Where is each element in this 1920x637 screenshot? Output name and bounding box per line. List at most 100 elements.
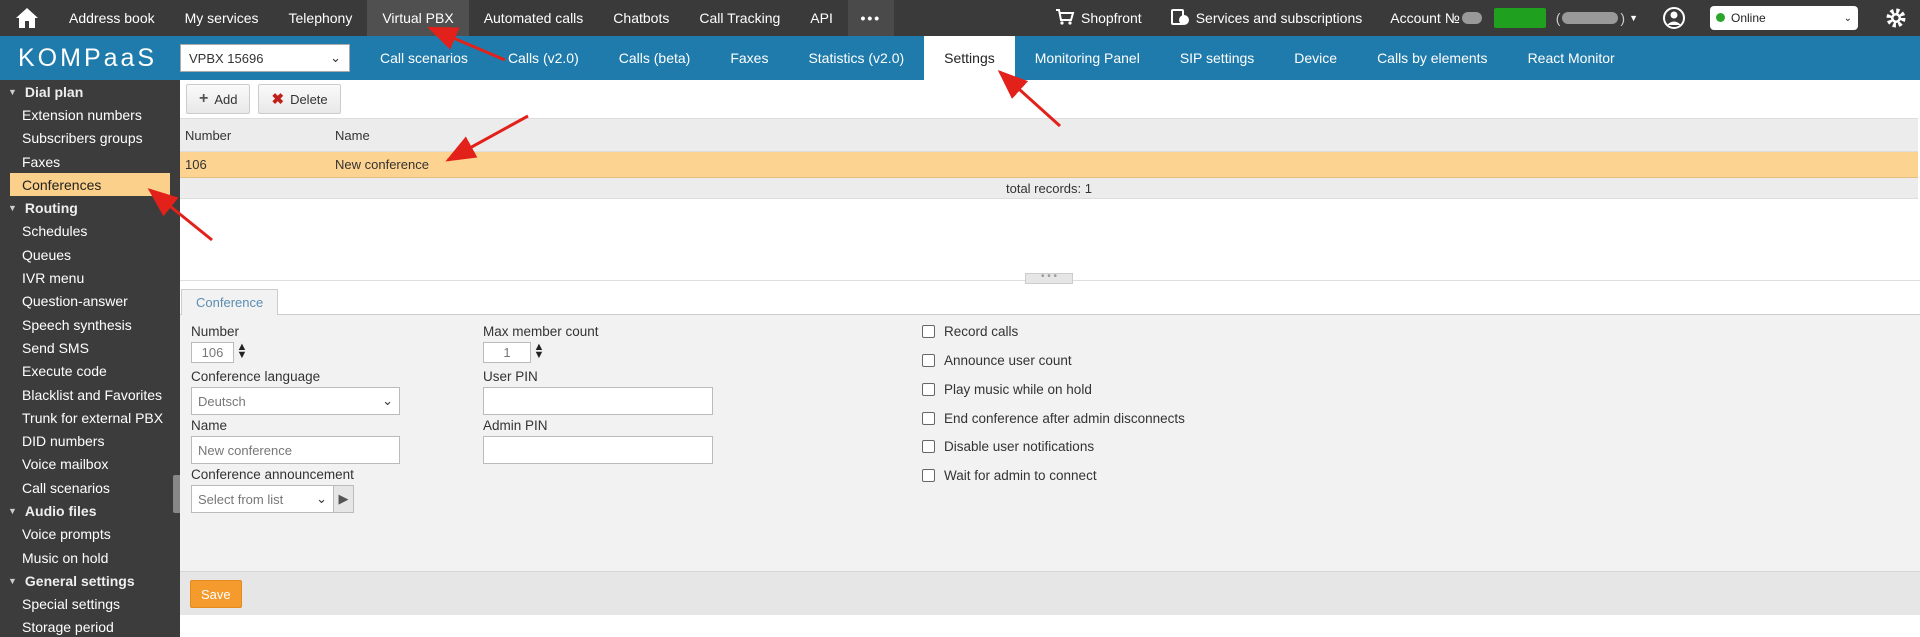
account-name-redacted: [1562, 12, 1619, 24]
checkbox[interactable]: [922, 383, 935, 396]
home-icon[interactable]: [0, 0, 54, 36]
column-header-name[interactable]: Name: [335, 128, 1918, 143]
tab-react-monitor[interactable]: React Monitor: [1508, 36, 1635, 80]
announce-user-count-checkbox[interactable]: Announce user count: [922, 353, 1072, 368]
panel-splitter[interactable]: • • •: [180, 272, 1920, 284]
name-field[interactable]: New conference: [191, 436, 400, 464]
tab-monitoring-panel[interactable]: Monitoring Panel: [1015, 36, 1160, 80]
wait-for-admin-checkbox[interactable]: Wait for admin to connect: [922, 468, 1097, 483]
tab-faxes[interactable]: Faxes: [710, 36, 788, 80]
online-status-icon: [1716, 13, 1725, 22]
sidebar-item-voice-mailbox[interactable]: Voice mailbox: [0, 453, 180, 476]
tab-statistics-v2[interactable]: Statistics (v2.0): [788, 36, 924, 80]
announcement-label: Conference announcement: [191, 467, 354, 482]
admin-pin-field[interactable]: [483, 436, 713, 464]
tab-device[interactable]: Device: [1274, 36, 1357, 80]
sidebar-item-schedules[interactable]: Schedules: [0, 220, 180, 243]
column-header-number[interactable]: Number: [180, 128, 335, 143]
language-label: Conference language: [191, 369, 321, 384]
topnav-chatbots[interactable]: Chatbots: [598, 0, 684, 36]
account-menu[interactable]: Account № () ▼: [1376, 0, 1652, 36]
tab-calls-beta[interactable]: Calls (beta): [599, 36, 711, 80]
sidebar-group-dial-plan[interactable]: ▼ Dial plan: [0, 80, 180, 103]
sidebar-item-subscribers-groups[interactable]: Subscribers groups: [0, 127, 180, 150]
status-select[interactable]: Online ⌄: [1710, 6, 1858, 30]
record-calls-checkbox[interactable]: Record calls: [922, 324, 1018, 339]
sidebar-item-send-sms[interactable]: Send SMS: [0, 336, 180, 359]
shopfront-link[interactable]: Shopfront: [1041, 0, 1156, 36]
user-avatar-icon[interactable]: [1652, 0, 1696, 36]
topnav-my-services[interactable]: My services: [170, 0, 274, 36]
tab-sip-settings[interactable]: SIP settings: [1160, 36, 1274, 80]
checkbox[interactable]: [922, 440, 935, 453]
sidebar-item-queues[interactable]: Queues: [0, 243, 180, 266]
gear-icon[interactable]: [1872, 0, 1920, 36]
tab-conference[interactable]: Conference: [181, 289, 279, 316]
sidebar-item-conferences[interactable]: Conferences: [10, 173, 170, 197]
delete-button[interactable]: ✖ Delete: [258, 84, 341, 114]
more-menu-button[interactable]: •••: [847, 0, 894, 36]
sidebar-item-execute-code[interactable]: Execute code: [0, 360, 180, 383]
tab-call-scenarios[interactable]: Call scenarios: [360, 36, 488, 80]
cell-number: 106: [185, 157, 207, 172]
user-pin-field[interactable]: [483, 387, 713, 415]
checkbox[interactable]: [922, 469, 935, 482]
topnav-virtual-pbx[interactable]: Virtual PBX: [367, 0, 469, 36]
topnav-telephony[interactable]: Telephony: [274, 0, 368, 36]
number-field[interactable]: 106: [191, 342, 234, 363]
sidebar-item-voice-prompts[interactable]: Voice prompts: [0, 523, 180, 546]
grid-total-records: total records: 1: [180, 178, 1918, 199]
sidebar-group-general-settings[interactable]: ▼ General settings: [0, 569, 180, 592]
sidebar-item-call-scenarios[interactable]: Call scenarios: [0, 476, 180, 499]
sidebar-item-speech-synthesis[interactable]: Speech synthesis: [0, 313, 180, 336]
conference-form: Number 106 ▲ ▼ Conference language Deutsc…: [180, 315, 1920, 571]
end-conference-checkbox[interactable]: End conference after admin disconnects: [922, 411, 1185, 426]
plus-icon: +: [199, 90, 209, 107]
tab-calls-v2[interactable]: Calls (v2.0): [488, 36, 599, 80]
topnav-call-tracking[interactable]: Call Tracking: [684, 0, 795, 36]
sidebar-item-question-answer[interactable]: Question-answer: [0, 290, 180, 313]
max-member-stepper[interactable]: ▲ ▼: [533, 342, 545, 361]
max-member-field[interactable]: 1: [483, 342, 531, 363]
sidebar-item-ivr-menu[interactable]: IVR menu: [0, 266, 180, 289]
language-select[interactable]: Deutsch ⌄: [191, 387, 400, 415]
services-link[interactable]: Services and subscriptions: [1156, 0, 1377, 36]
play-music-checkbox[interactable]: Play music while on hold: [922, 382, 1092, 397]
cart-icon: [1055, 8, 1075, 29]
checkbox[interactable]: [922, 354, 935, 367]
add-button[interactable]: + Add: [186, 84, 251, 114]
sidebar-item-special-settings[interactable]: Special settings: [0, 593, 180, 616]
tab-settings[interactable]: Settings: [924, 36, 1015, 80]
sidebar-item-faxes[interactable]: Faxes: [0, 150, 180, 173]
save-button[interactable]: Save: [190, 580, 242, 608]
announcement-select[interactable]: Select from list ⌄: [191, 485, 334, 513]
sidebar-item-blacklist[interactable]: Blacklist and Favorites: [0, 383, 180, 406]
sidebar-item-music-on-hold[interactable]: Music on hold: [0, 546, 180, 569]
account-label: Account №: [1390, 10, 1460, 26]
sidebar-group-audio-files[interactable]: ▼ Audio files: [0, 499, 180, 522]
tab-calls-by-elements[interactable]: Calls by elements: [1357, 36, 1508, 80]
sidebar-group-routing[interactable]: ▼ Routing: [0, 196, 180, 219]
sidebar-item-extension-numbers[interactable]: Extension numbers: [0, 103, 180, 126]
topnav-address-book[interactable]: Address book: [54, 0, 170, 36]
disable-notifications-checkbox[interactable]: Disable user notifications: [922, 439, 1094, 454]
expand-triangle-icon: ▼: [8, 86, 17, 97]
language-value: Deutsch: [198, 393, 246, 409]
announcement-value: Select from list: [198, 491, 284, 507]
sidebar-item-storage-period[interactable]: Storage period: [0, 616, 180, 637]
kompaas-logo: KOMPaaS: [18, 43, 158, 72]
sidebar-item-did-numbers[interactable]: DID numbers: [0, 429, 180, 452]
topnav-automated-calls[interactable]: Automated calls: [469, 0, 599, 36]
pbx-select[interactable]: VPBX 15696 ⌄: [180, 44, 350, 72]
admin-pin-label: Admin PIN: [483, 418, 548, 433]
checkbox[interactable]: [922, 325, 935, 338]
checkbox-label: Disable user notifications: [944, 439, 1095, 454]
checkbox[interactable]: [922, 412, 935, 425]
splitter-handle[interactable]: • • •: [1025, 272, 1073, 284]
number-stepper[interactable]: ▲ ▼: [236, 342, 248, 361]
name-label: Name: [191, 418, 228, 433]
table-row[interactable]: 106 New conference: [180, 152, 1918, 178]
topnav-api[interactable]: API: [795, 0, 848, 36]
sidebar-item-trunk[interactable]: Trunk for external PBX: [0, 406, 180, 429]
play-icon[interactable]: ▶: [333, 485, 354, 513]
